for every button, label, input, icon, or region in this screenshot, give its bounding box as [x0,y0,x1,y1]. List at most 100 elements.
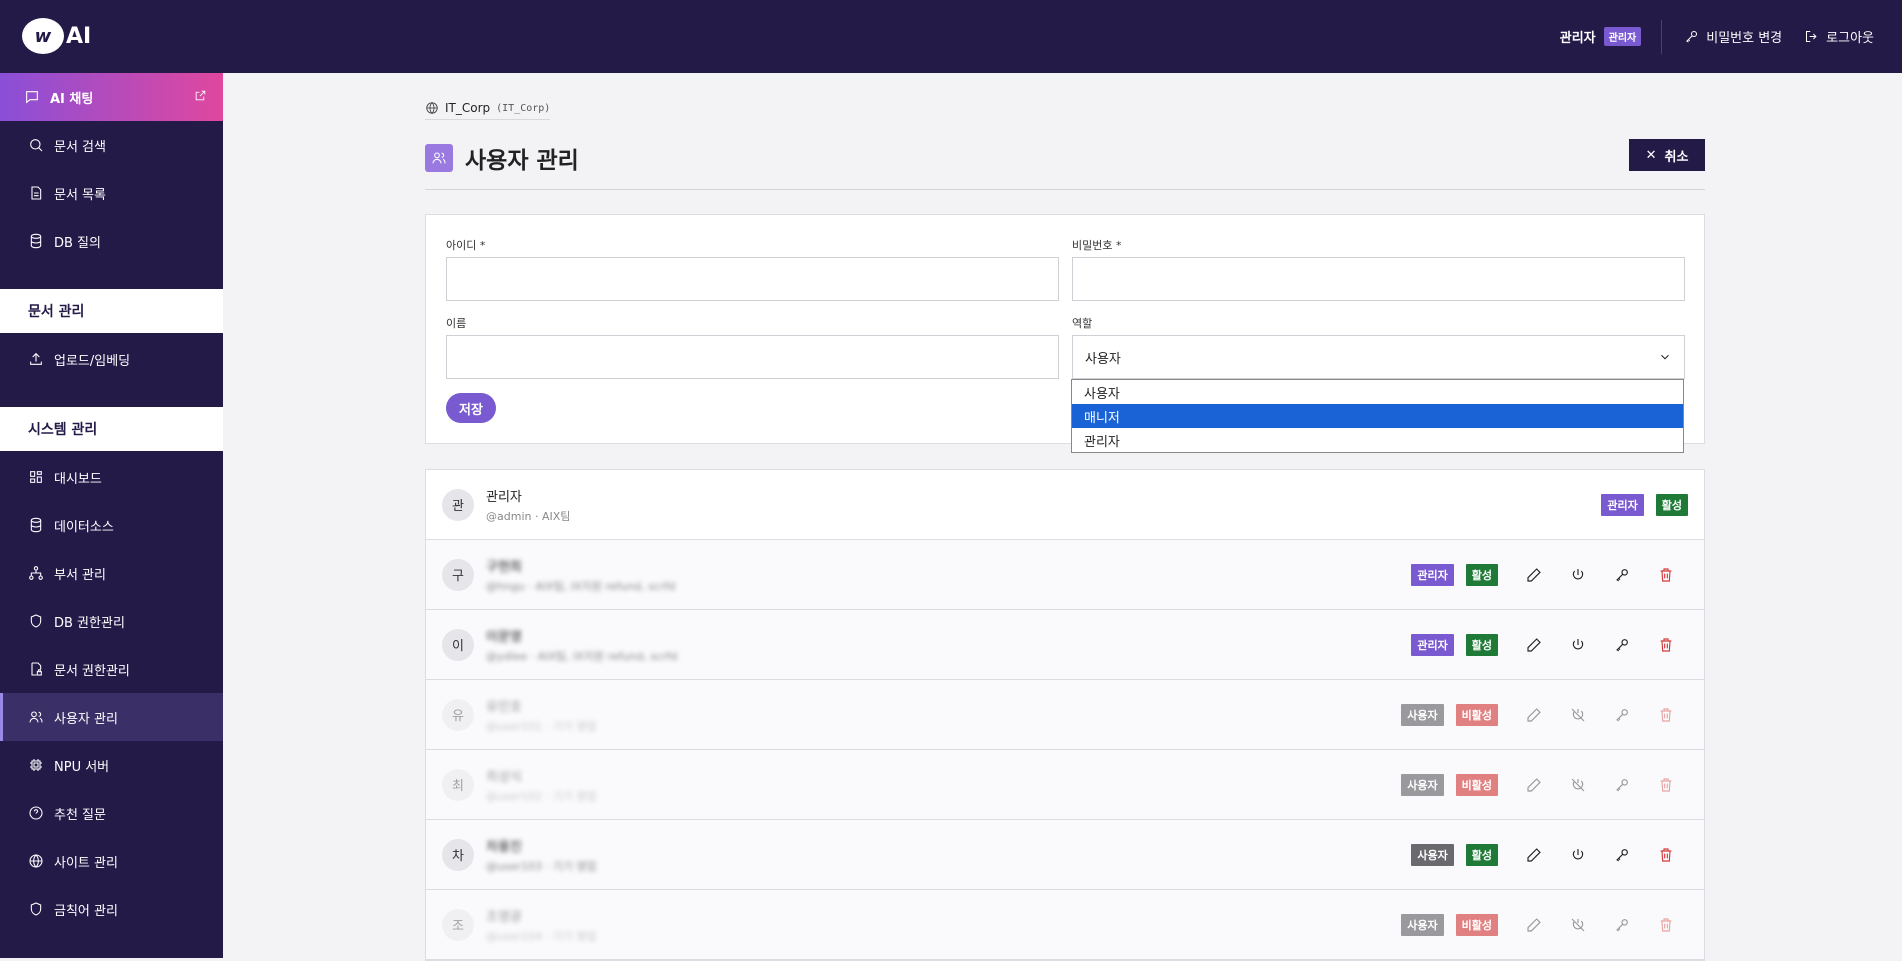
sidebar-item-recommended-questions[interactable]: 추천 질문 [0,789,223,837]
pencil-icon [1527,848,1541,862]
edit-button[interactable] [1512,637,1556,653]
user-name: 유민호 [486,699,522,715]
key-icon [1616,849,1628,862]
pencil-icon [1527,778,1541,792]
sidebar-item-site-management[interactable]: 사이트 관리 [0,837,223,885]
toggle-active-button[interactable] [1556,847,1600,863]
toggle-active-button[interactable] [1556,637,1600,653]
role-dropdown-menu: 사용자 매니저 관리자 [1071,379,1684,453]
reset-password-button[interactable] [1600,567,1644,583]
logout-link[interactable]: 로그아웃 [1804,27,1874,46]
dashboard-icon [30,471,42,483]
role-option-admin[interactable]: 관리자 [1072,428,1683,452]
reset-password-button[interactable] [1600,707,1644,723]
id-input[interactable] [446,257,1059,301]
change-password-label: 비밀번호 변경 [1706,31,1783,46]
sidebar-item-datasource[interactable]: 데이터소스 [0,501,223,549]
sidebar-section-docs: 문서 관리 [0,289,223,333]
sidebar-item-dashboard[interactable]: 대시보드 [0,453,223,501]
row-right: 사용자 비활성 [1389,680,1688,750]
delete-button[interactable] [1644,637,1688,653]
role-badge: 사용자 [1401,774,1444,796]
user-info: 유민호 @user101 · 기기 영업 [486,696,596,734]
sidebar-item-label: AI 채팅 [50,91,94,107]
table-row: 관 관리자 @admin · AIX팀 관리자 활성 [426,470,1704,540]
delete-button[interactable] [1644,707,1688,723]
sidebar-item-db-query[interactable]: DB 질의 [0,217,223,265]
sidebar-item-upload[interactable]: 업로드/임베딩 [0,335,223,383]
name-label: 이름 [446,317,467,330]
avatar: 구 [442,558,474,591]
delete-button[interactable] [1644,847,1688,863]
toggle-active-button[interactable] [1556,707,1600,723]
edit-button[interactable] [1512,567,1556,583]
user-name: 구현희 [486,559,522,575]
breadcrumb-site: IT_Corp [445,101,491,115]
key-icon [1616,919,1628,932]
delete-button[interactable] [1644,777,1688,793]
row-right: 관리자 활성 [1589,470,1688,540]
role-badge: 관리자 [1601,494,1644,516]
user-sub: @ydlee · AIX팀, IX지원 refund, scrfd [486,649,678,663]
reset-password-button[interactable] [1600,637,1644,653]
database-icon [30,517,42,533]
page-title-text: 사용자 관리 [465,148,579,174]
toggle-active-button[interactable] [1556,777,1600,793]
sidebar-item-doc-search[interactable]: 문서 검색 [0,121,223,169]
sidebar-item-doc-list[interactable]: 문서 목록 [0,169,223,217]
change-password-link[interactable]: 비밀번호 변경 [1684,27,1782,46]
toggle-active-button[interactable] [1556,917,1600,933]
table-row: 유 유민호 @user101 · 기기 영업 사용자 비활성 [426,680,1704,750]
pencil-icon [1527,918,1541,932]
sidebar-item-label: 업로드/임베딩 [54,353,131,369]
edit-button[interactable] [1512,777,1556,793]
edit-button[interactable] [1512,917,1556,933]
search-icon [30,139,43,152]
document-lock-icon [31,662,42,676]
org-chart-icon [29,566,43,580]
edit-button[interactable] [1512,707,1556,723]
role-badge: 관리자 [1411,564,1454,586]
power-off-icon [1571,778,1585,792]
row-right: 사용자 활성 [1399,820,1688,890]
reset-password-button[interactable] [1600,847,1644,863]
user-name: 이문영 [486,629,522,645]
sidebar-item-ai-chat[interactable]: AI 채팅 [0,73,223,121]
reset-password-button[interactable] [1600,777,1644,793]
top-bar: w AI 관리자 관리자 비밀번호 변경 로그아웃 [0,0,1902,73]
external-link-icon [195,90,206,101]
password-input[interactable] [1072,257,1685,301]
brand-logo[interactable]: w AI [22,18,91,54]
sidebar-item-label: 문서 권한관리 [54,663,130,679]
sidebar-item-npu-server[interactable]: NPU 서버 [0,741,223,789]
sidebar-item-departments[interactable]: 부서 관리 [0,549,223,597]
title-divider [425,189,1705,190]
sidebar-item-label: 금칙어 관리 [54,903,118,919]
row-right: 사용자 비활성 [1389,750,1688,820]
chip-icon [30,759,42,771]
delete-button[interactable] [1644,567,1688,583]
role-option-manager[interactable]: 매니저 [1072,404,1683,428]
role-option-user[interactable]: 사용자 [1072,380,1683,404]
sidebar-item-doc-permissions[interactable]: 문서 권한관리 [0,645,223,693]
sidebar-item-db-permissions[interactable]: DB 권한관리 [0,597,223,645]
globe-icon [426,102,438,114]
sidebar-item-banned-words[interactable]: 금칙어 관리 [0,885,223,933]
name-input[interactable] [446,335,1059,379]
cancel-button[interactable]: ✕ 취소 [1629,139,1705,171]
save-button[interactable]: 저장 [446,393,496,423]
edit-button[interactable] [1512,847,1556,863]
role-select[interactable]: 사용자 [1072,335,1685,379]
delete-button[interactable] [1644,917,1688,933]
row-actions [1512,847,1688,863]
sidebar-item-label: 사이트 관리 [54,855,118,871]
reset-password-button[interactable] [1600,917,1644,933]
toggle-active-button[interactable] [1556,567,1600,583]
user-info: 조영광 @user104 · 기기 영업 [486,906,596,944]
table-row: 구 구현희 @hngu · AIX팀, IX지원 refund, scrfd 관… [426,540,1704,610]
pencil-icon [1527,708,1541,722]
sidebar-item-label: 부서 관리 [54,567,106,583]
table-row: 조 조영광 @user104 · 기기 영업 사용자 비활성 [426,890,1704,960]
user-info: 최성식 @user102 · 기기 영업 [486,766,596,804]
sidebar-item-user-management[interactable]: 사용자 관리 [0,693,223,741]
